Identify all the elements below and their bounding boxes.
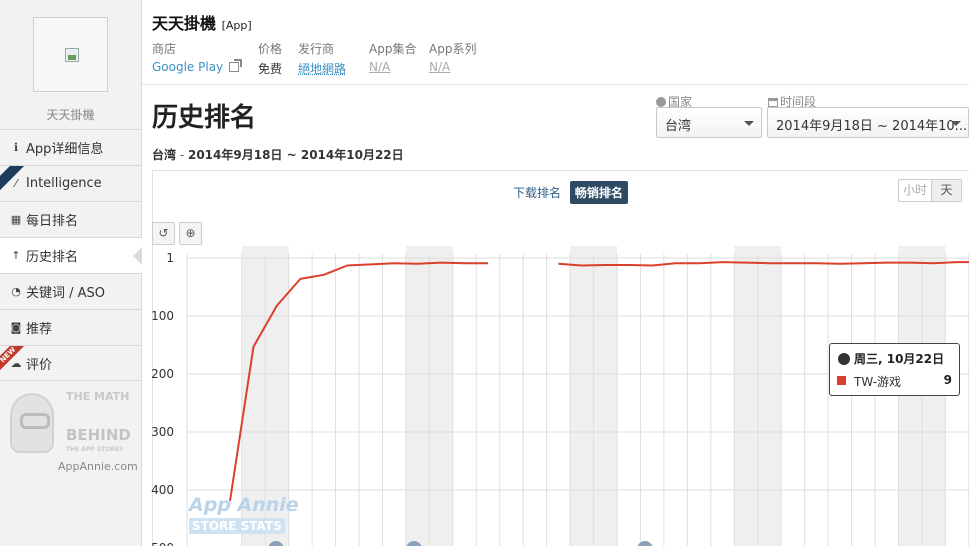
reset-zoom-button[interactable]: ↺ [152,222,175,245]
promo-link: AppAnnie.com [58,460,138,473]
app-title-text: 天天掛機 [152,14,217,33]
sidebar-item-rank-history[interactable]: ↑ 历史排名 [0,237,142,273]
header-divider [142,84,969,85]
price-label: 价格 [258,42,283,56]
sidebar-item-label: 推荐 [26,322,53,337]
watermark-line-2: STORE STATS [189,518,285,534]
publisher-label: 发行商 [298,42,335,56]
tooltip-date: 周三, 10月22日 [854,352,945,366]
globe-icon [656,97,666,107]
country-select[interactable]: 台湾 [656,107,762,138]
mascot-icon [10,393,54,453]
promo-line-2: BEHIND [66,426,131,444]
sidebar-item-label: 关键词 / ASO [26,286,106,301]
rank-type-tabs: 下载排名 畅销排名 [508,181,628,204]
granularity-toggle: 小时 天 [898,179,962,202]
publisher-meta: 发行商 絕地網路 [298,40,346,77]
price-value: 免费 [258,62,283,76]
sidebar-item-label: App详细信息 [26,142,104,157]
sidebar-nav: ℹ App详细信息 ⁄ Intelligence ▦ 每日排名 ↑ 历史排名 ◔… [0,129,142,381]
undo-icon: ↺ [158,226,169,240]
calendar-icon: ▦ [10,213,22,226]
watermark: App Annie STORE STATS [189,495,299,534]
corner-ribbon [0,166,26,192]
y-tick-label: 1 [166,251,174,265]
new-badge: NEW [0,346,26,372]
y-tick-label: 200 [151,367,174,381]
sidebar-item-label: Intelligence [26,176,102,191]
arrow-up-icon: ↑ [11,249,21,262]
subtitle-country: 台湾 [152,148,177,162]
bookmark-icon: ◙ [10,321,22,334]
chevron-down-icon [744,121,754,126]
sidebar-item-label: 每日排名 [26,214,79,229]
promo-line-1: THE MATH [66,390,130,403]
hearing-icon: ◔ [11,285,21,298]
y-tick-label: 100 [151,309,174,323]
sidebar-item-app-details[interactable]: ℹ App详细信息 [0,129,141,165]
globe-icon [838,353,850,365]
store-link[interactable]: Google Play [152,60,223,74]
collection-value[interactable]: N/A [369,60,416,74]
sidebar-item-reviews[interactable]: NEW ☁ 评价 [0,345,141,381]
promo-banner[interactable]: THE MATH BEHIND THE APP STORES AppAnnie.… [8,389,138,477]
family-label: App系列 [429,42,477,56]
country-select-value: 台湾 [665,119,692,134]
store-meta: 商店 Google Play [152,40,243,74]
y-tick-label: 300 [151,425,174,439]
price-meta: 价格 免费 [258,40,282,77]
broken-image-icon [65,48,79,62]
zoom-in-icon: ⊕ [185,226,196,240]
zoom-button[interactable]: ⊕ [179,222,202,245]
subtitle-range: 2014年9月18日 ~ 2014年10月22日 [187,148,404,162]
period-select[interactable]: 2014年9月18日 ~ 2014年10... [767,107,969,138]
sidebar: 天天掛機 ℹ App详细信息 ⁄ Intelligence ▦ 每日排名 ↑ 历… [0,0,142,546]
subtitle-separator: - [176,148,188,162]
granularity-hour-button[interactable]: 小时 [899,180,931,201]
app-type-tag: [App] [221,19,252,32]
sidebar-item-intelligence[interactable]: ⁄ Intelligence [0,165,141,201]
info-icon: ℹ [13,141,19,154]
sidebar-item-label: 历史排名 [26,250,79,265]
promo-line-3: THE APP STORES [66,446,124,453]
app-icon-image [33,17,108,92]
tooltip-value: 9 [943,373,952,387]
sidebar-item-label: 评价 [26,357,53,373]
page-subtitle: 台湾 - 2014年9月18日 ~ 2014年10月22日 [152,146,404,163]
period-select-value: 2014年9月18日 ~ 2014年10... [776,119,968,134]
y-tick-label: 400 [151,483,174,497]
tab-grossing-rank[interactable]: 畅销排名 [569,181,628,204]
tab-download-rank[interactable]: 下载排名 [508,181,566,204]
family-meta: App系列 N/A [429,40,476,74]
page-title: 历史排名 [152,103,257,133]
store-label: 商店 [152,42,177,56]
calendar-icon [768,98,778,107]
granularity-day-button[interactable]: 天 [931,180,961,201]
app-title: 天天掛機 [App] [152,10,252,34]
event-marker [637,541,653,546]
tooltip-series-name: TW-游戏 [854,375,902,389]
publisher-link[interactable]: 絕地網路 [298,60,346,77]
external-link-icon[interactable] [229,59,243,72]
sidebar-item-daily-ranks[interactable]: ▦ 每日排名 [0,201,141,237]
chevron-down-icon [951,121,961,126]
series-swatch [837,376,846,385]
chart-tooltip: 周三, 10月22日 TW-游戏 9 [829,343,960,396]
watermark-line-1: App Annie [189,494,299,516]
sidebar-item-featured[interactable]: ◙ 推荐 [0,309,141,345]
sidebar-item-keywords-aso[interactable]: ◔ 关键词 / ASO [0,273,141,309]
y-tick-label: 500 [151,541,174,546]
sidebar-app-name: 天天掛機 [46,108,95,122]
family-value[interactable]: N/A [429,60,476,74]
collection-meta: App集合 N/A [369,40,416,74]
collection-label: App集合 [369,42,417,56]
